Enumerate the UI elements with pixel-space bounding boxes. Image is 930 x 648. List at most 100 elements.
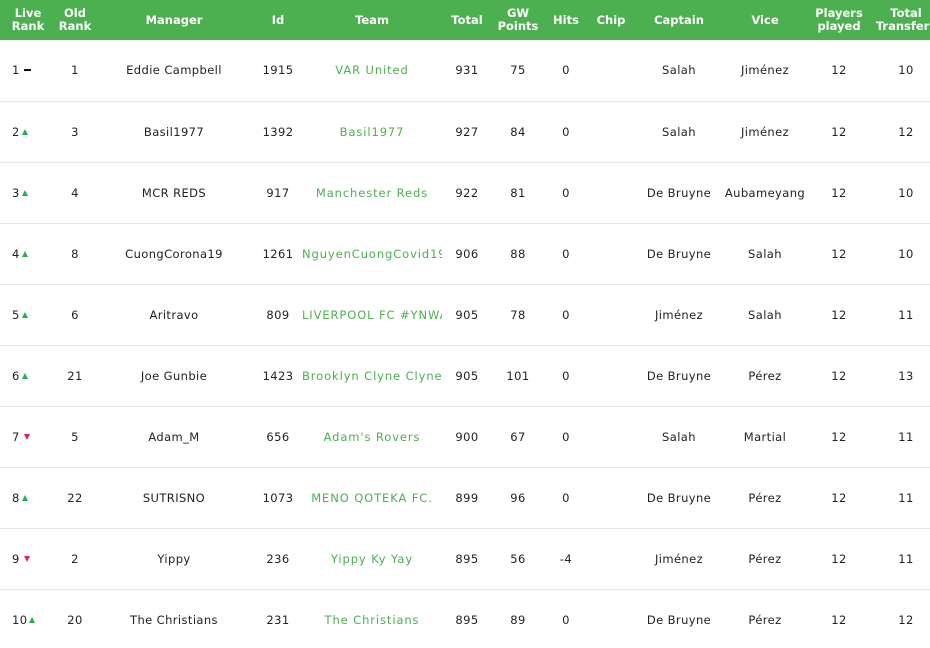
vice-cell: Salah xyxy=(748,246,782,261)
table-row: 10 20 The Christians 231 The Christians 895 89… xyxy=(0,589,930,648)
team-link[interactable]: NguyenCuongCovid19 xyxy=(302,223,442,284)
live-rank-value: 1 xyxy=(12,63,20,78)
team-link[interactable]: MENO QOTEKA FC. xyxy=(302,467,442,528)
live-rank-cell: 8 xyxy=(0,467,56,528)
header-manager[interactable]: Manager xyxy=(94,0,254,40)
total-cell: 895 xyxy=(455,551,479,566)
total-cell: 922 xyxy=(455,185,479,200)
id-cell: 1261 xyxy=(262,246,294,261)
team-link[interactable]: VAR United xyxy=(302,40,442,101)
team-link[interactable]: Manchester Reds xyxy=(302,162,442,223)
players-played-cell: 12 xyxy=(831,368,847,383)
old-rank-cell: 20 xyxy=(67,612,83,627)
captain-cell: Salah xyxy=(662,63,696,78)
chip-cell xyxy=(588,467,634,528)
old-rank-cell: 5 xyxy=(71,429,79,444)
team-link[interactable]: Brooklyn Clyne Clyne xyxy=(302,345,442,406)
manager-cell: Aritravo xyxy=(149,307,199,322)
old-rank-cell: 21 xyxy=(67,368,83,383)
total-transfers-cell: 10 xyxy=(898,185,914,200)
live-rank-value: 9 xyxy=(12,551,20,566)
id-cell: 1915 xyxy=(262,63,294,78)
rank-up-arrow-icon xyxy=(21,189,28,196)
vice-cell: Pérez xyxy=(748,612,782,627)
id-cell: 809 xyxy=(266,307,290,322)
manager-cell: Adam_M xyxy=(148,429,200,444)
header-old-rank[interactable]: Old Rank xyxy=(56,0,94,40)
players-played-cell: 12 xyxy=(831,185,847,200)
hits-cell: -4 xyxy=(559,551,573,566)
header-id[interactable]: Id xyxy=(254,0,302,40)
chip-cell xyxy=(588,345,634,406)
id-cell: 231 xyxy=(266,612,290,627)
vice-cell: Pérez xyxy=(748,368,782,383)
captain-cell: Salah xyxy=(662,429,696,444)
header-vice[interactable]: Vice xyxy=(724,0,806,40)
rank-up-arrow-icon xyxy=(21,128,28,135)
captain-cell: Salah xyxy=(662,124,696,139)
manager-cell: MCR REDS xyxy=(141,185,207,200)
table-row: 8 22 SUTRISNO 1073 MENO QOTEKA FC. 899 96 0 De B… xyxy=(0,467,930,528)
table-row: 5 6 Aritravo 809 LIVERPOOL FC #YNWA 905 78 0 Jim… xyxy=(0,284,930,345)
table-row: 2 3 Basil1977 1392 Basil1977 927 84 0 Salah Jimén… xyxy=(0,101,930,162)
hits-cell: 0 xyxy=(562,307,570,322)
gw-points-cell: 89 xyxy=(510,612,526,627)
chip-cell xyxy=(588,223,634,284)
live-rank-value: 3 xyxy=(12,185,20,200)
gw-points-cell: 88 xyxy=(510,246,526,261)
total-cell: 895 xyxy=(455,612,479,627)
hits-cell: 0 xyxy=(562,490,570,505)
table-row: 9 2 Yippy 236 Yippy Ky Yay 895 56 -4 Jiménez Pére… xyxy=(0,528,930,589)
captain-cell: De Bruyne xyxy=(646,185,712,200)
hits-cell: 0 xyxy=(562,368,570,383)
vice-cell: Martial xyxy=(743,429,787,444)
vice-cell: Pérez xyxy=(748,551,782,566)
table-row: 4 8 CuongCorona19 1261 NguyenCuongCovid19 906… xyxy=(0,223,930,284)
header-chip[interactable]: Chip xyxy=(588,0,634,40)
team-link[interactable]: Basil1977 xyxy=(302,101,442,162)
live-rank-cell: 7 xyxy=(0,406,56,467)
header-gw-points[interactable]: GW Points xyxy=(492,0,544,40)
live-rank-value: 5 xyxy=(12,307,20,322)
gw-points-cell: 78 xyxy=(510,307,526,322)
total-transfers-cell: 11 xyxy=(898,490,914,505)
gw-points-cell: 96 xyxy=(510,490,526,505)
gw-points-cell: 56 xyxy=(510,551,526,566)
team-link[interactable]: Yippy Ky Yay xyxy=(302,528,442,589)
id-cell: 1392 xyxy=(262,124,294,139)
chip-cell xyxy=(588,284,634,345)
header-hits[interactable]: Hits xyxy=(544,0,588,40)
rank-unchanged-dash-icon xyxy=(23,69,31,72)
header-players-played[interactable]: Players played xyxy=(806,0,872,40)
id-cell: 1073 xyxy=(262,490,294,505)
total-transfers-cell: 11 xyxy=(898,551,914,566)
total-transfers-cell: 10 xyxy=(898,246,914,261)
hits-cell: 0 xyxy=(562,246,570,261)
players-played-cell: 12 xyxy=(831,429,847,444)
header-captain[interactable]: Captain xyxy=(634,0,724,40)
captain-cell: Jiménez xyxy=(654,307,704,322)
live-rank-value: 10 xyxy=(12,612,28,627)
old-rank-cell: 2 xyxy=(71,551,79,566)
old-rank-cell: 4 xyxy=(71,185,79,200)
team-link[interactable]: The Christians xyxy=(302,589,442,648)
gw-points-cell: 81 xyxy=(510,185,526,200)
header-total[interactable]: Total xyxy=(442,0,492,40)
header-team[interactable]: Team xyxy=(302,0,442,40)
players-played-cell: 12 xyxy=(831,63,847,78)
live-rank-cell: 5 xyxy=(0,284,56,345)
vice-cell: Jiménez xyxy=(740,124,790,139)
header-total-transfers[interactable]: TotalTransfers xyxy=(872,0,930,40)
manager-cell: SUTRISNO xyxy=(142,490,206,505)
live-rank-value: 6 xyxy=(12,368,20,383)
old-rank-cell: 1 xyxy=(71,63,79,78)
chip-cell xyxy=(588,40,634,101)
header-live-rank[interactable]: Live Rank xyxy=(0,0,56,40)
total-cell: 927 xyxy=(455,124,479,139)
team-link[interactable]: Adam's Rovers xyxy=(302,406,442,467)
team-link[interactable]: LIVERPOOL FC #YNWA xyxy=(302,284,442,345)
table-header: Live Rank Old Rank Manager Id Team Total G… xyxy=(0,0,930,40)
table-row: 1 1 Eddie Campbell 1915 VAR United 931 75 0 Sala… xyxy=(0,40,930,101)
players-played-cell: 12 xyxy=(831,612,847,627)
total-transfers-cell: 11 xyxy=(898,307,914,322)
